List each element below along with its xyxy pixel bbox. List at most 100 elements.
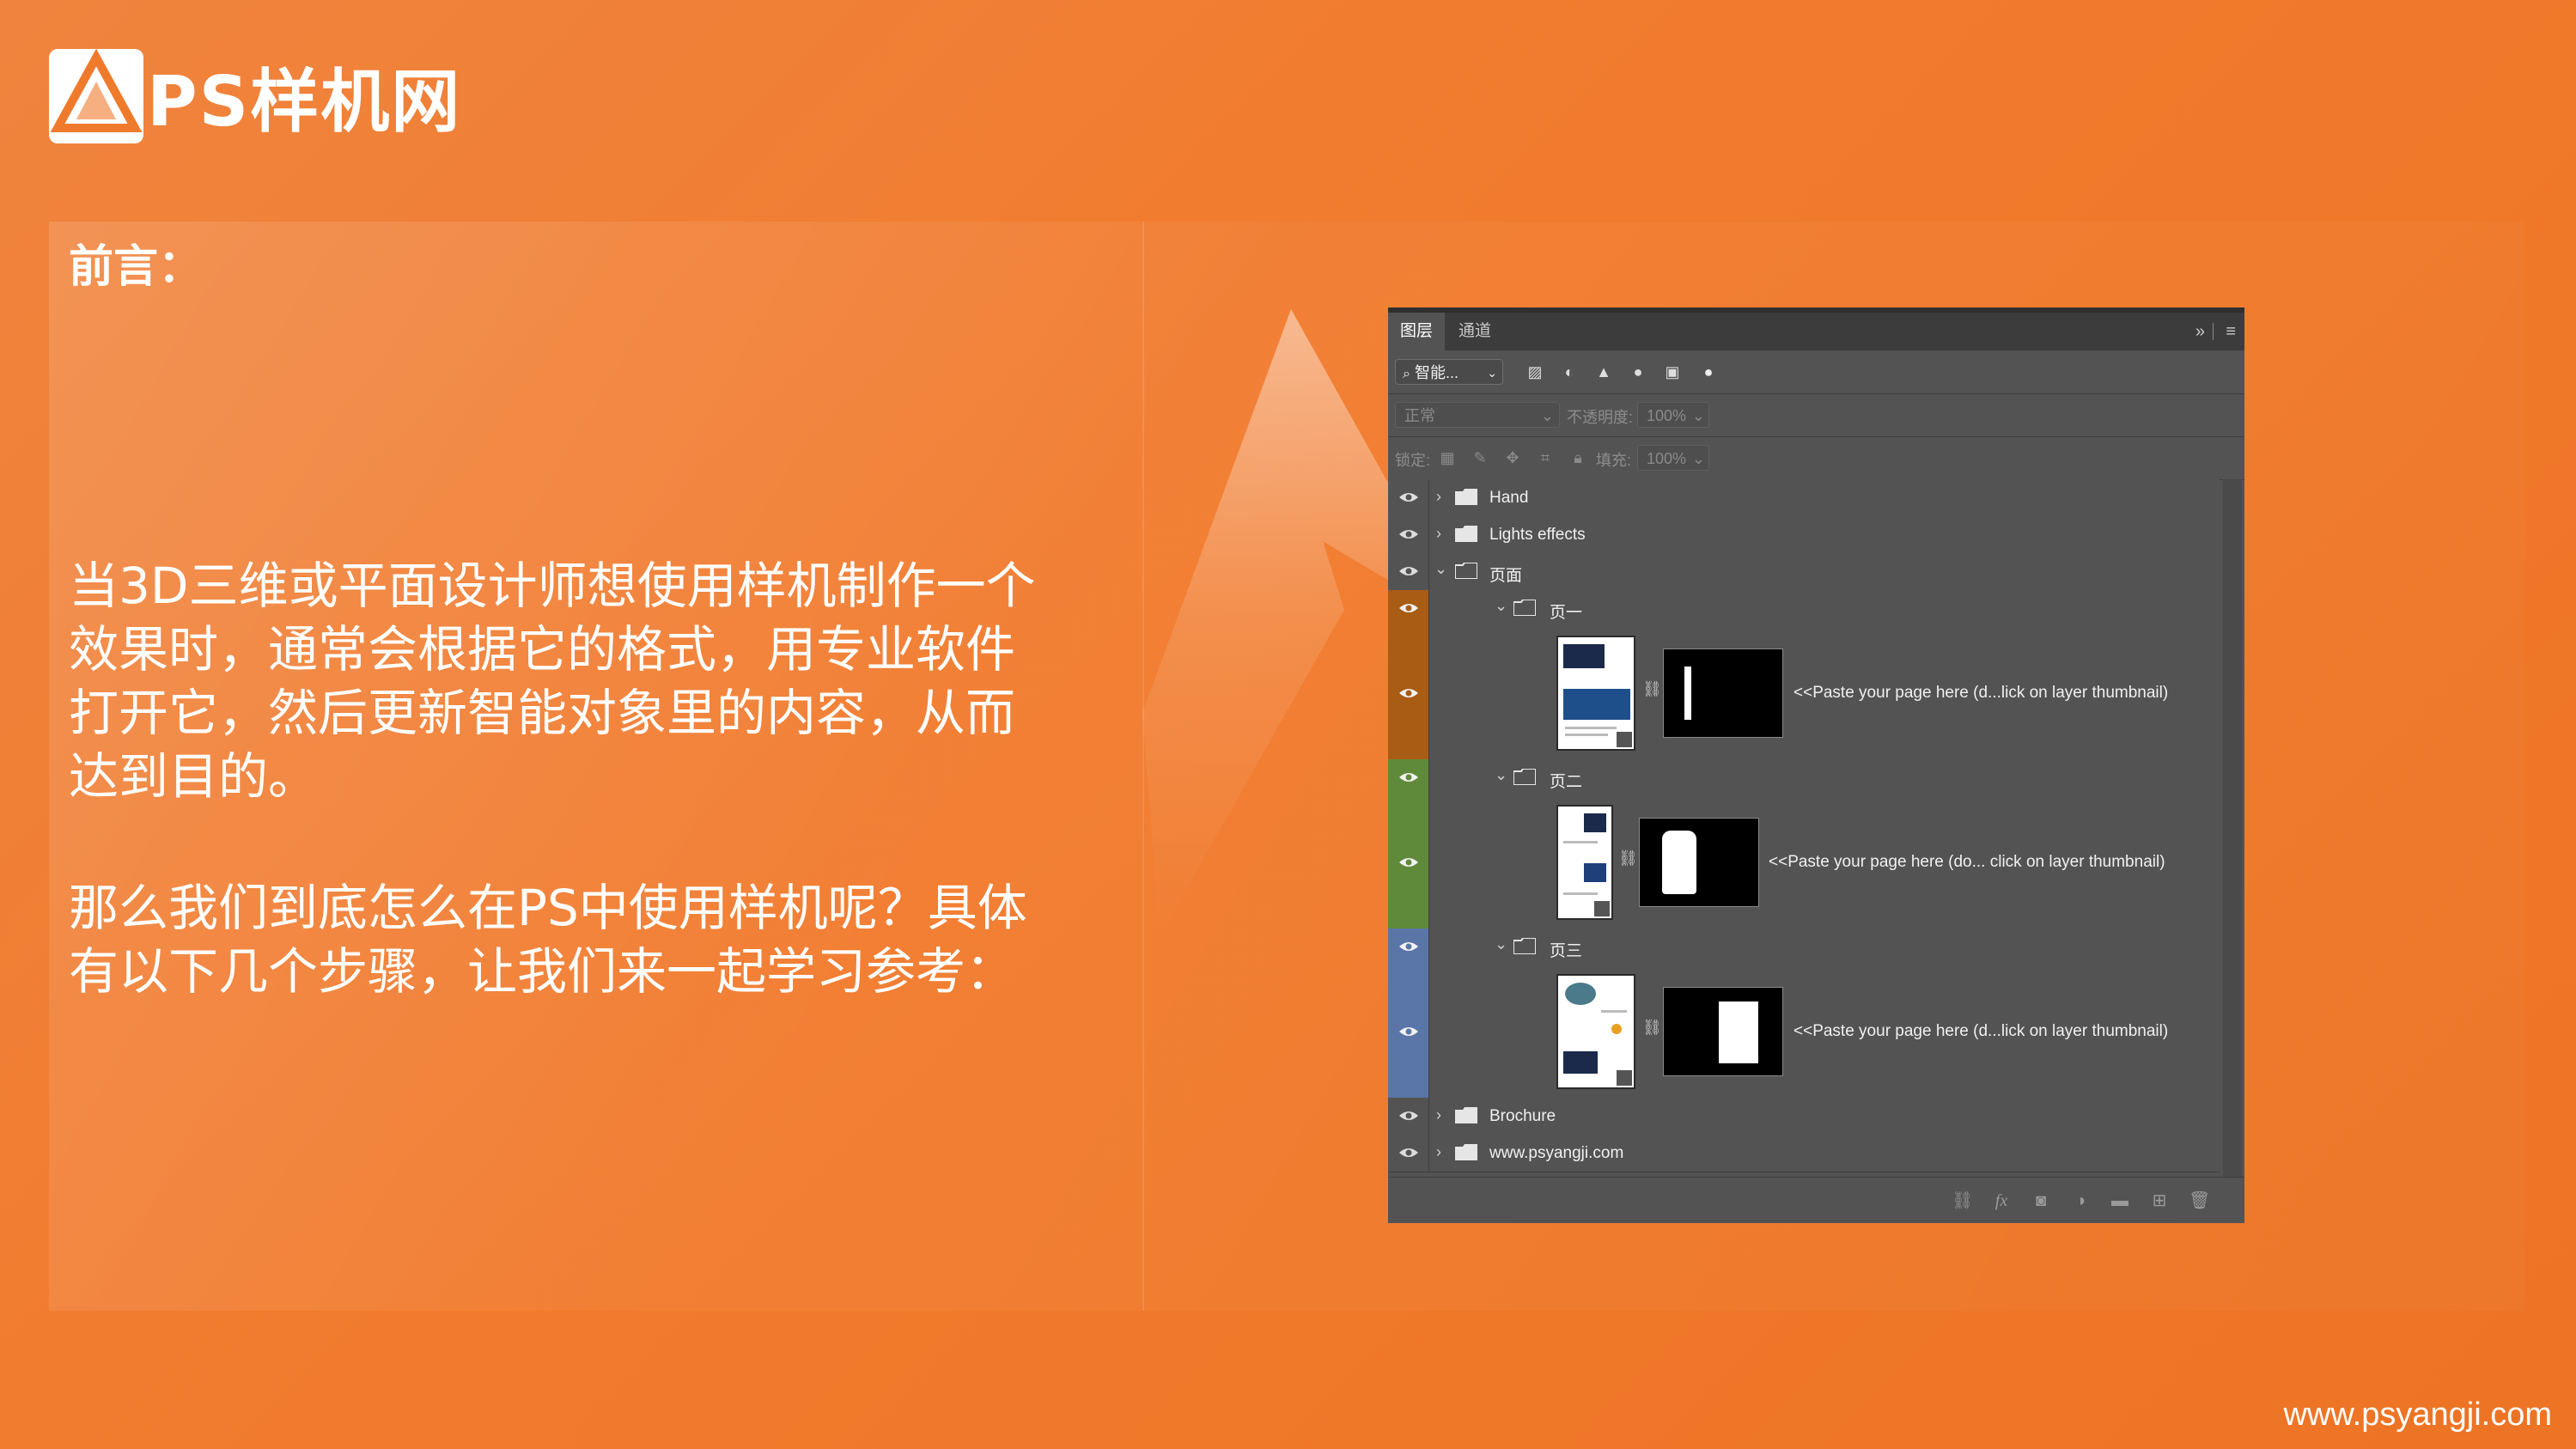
smart-object-thumbnail[interactable]: [1556, 636, 1635, 751]
visibility-column: [1388, 965, 1429, 1098]
layers-scrollbar[interactable]: [2223, 479, 2242, 1177]
link-layers-icon[interactable]: ⛓︎: [1952, 1191, 1973, 1210]
eye-icon[interactable]: [1398, 770, 1419, 784]
filter-toggle-icon[interactable]: ●: [1699, 362, 1718, 381]
opacity-label: 不透明度:: [1567, 409, 1634, 426]
layer-row-page-two[interactable]: ⌄ 页二: [1388, 759, 2220, 797]
lock-image-pixels-icon[interactable]: ✎: [1471, 448, 1489, 467]
chevron-right-icon[interactable]: ›: [1436, 488, 1441, 506]
opacity-input[interactable]: 100% ⌄: [1637, 402, 1709, 428]
open-folder-icon: [1513, 769, 1536, 785]
fill-value: 100%: [1647, 450, 1687, 467]
layer-row-page-three[interactable]: ⌄ 页三: [1388, 928, 2220, 966]
open-folder-icon: [1513, 600, 1536, 616]
chevron-down-icon: ⌄: [1691, 450, 1705, 467]
layer-name: <<Paste your page here (d...lick on laye…: [1793, 684, 2169, 702]
visibility-column: [1388, 590, 1429, 627]
chain-link-icon[interactable]: ⛓︎: [1618, 849, 1638, 868]
eye-icon[interactable]: [1398, 855, 1419, 869]
layer-name: 页一: [1550, 604, 1583, 622]
eye-icon[interactable]: [1398, 1109, 1419, 1123]
layer-row-watermark[interactable]: › www.psyangji.com: [1388, 1135, 2220, 1172]
fill-input[interactable]: 100% ⌄: [1637, 445, 1709, 471]
eye-icon[interactable]: [1398, 1146, 1419, 1160]
add-mask-icon[interactable]: ◙: [2031, 1191, 2051, 1210]
panel-menu-icon[interactable]: ≡: [2226, 313, 2236, 350]
layer-row-page-one[interactable]: ⌄ 页一: [1388, 590, 2220, 628]
new-layer-icon[interactable]: ⊞: [2149, 1191, 2170, 1210]
open-folder-icon: [1455, 563, 1477, 579]
layer-row-pages[interactable]: ⌄ 页面: [1388, 553, 2220, 591]
shape-filter-icon[interactable]: ●: [1629, 362, 1647, 381]
chevron-right-icon[interactable]: ›: [1436, 525, 1441, 543]
eye-icon[interactable]: [1398, 601, 1419, 615]
layer-row-brochure[interactable]: › Brochure: [1388, 1098, 2220, 1135]
visibility-column: [1388, 553, 1429, 590]
smart-object-thumbnail[interactable]: [1556, 974, 1635, 1089]
filter-type-value: 智能...: [1414, 364, 1459, 381]
chevron-down-icon[interactable]: ⌄: [1434, 560, 1447, 578]
eye-icon[interactable]: [1398, 940, 1419, 953]
visibility-column: [1388, 1098, 1429, 1135]
layer-row-smart-object-2[interactable]: ⛓︎ <<Paste your page here (do... click o…: [1388, 796, 2220, 929]
chevron-right-icon[interactable]: ›: [1436, 1143, 1441, 1161]
new-group-icon[interactable]: ▬: [2110, 1191, 2130, 1210]
layer-row-smart-object-3[interactable]: ⛓︎ <<Paste your page here (d...lick on l…: [1388, 965, 2220, 1099]
collapse-panel-icon[interactable]: »: [2195, 313, 2205, 350]
chain-link-icon[interactable]: ⛓︎: [1642, 680, 1662, 698]
chevron-down-icon[interactable]: ⌄: [1495, 935, 1507, 953]
layer-name: <<Paste your page here (d...lick on laye…: [1793, 1022, 2169, 1040]
layer-row-hand[interactable]: › Hand: [1388, 479, 2220, 517]
lock-transparent-pixels-icon[interactable]: ▦: [1438, 448, 1457, 467]
photoshop-layers-panel: 图层 通道 » ≡ ⌕ 智能... ⌄ ▨ ◐ ▲ ● ▣ ● 正常 ⌄ 不透明…: [1388, 307, 2244, 1223]
layer-mask-thumbnail[interactable]: [1663, 987, 1783, 1076]
chevron-down-icon[interactable]: ⌄: [1495, 766, 1507, 784]
footer-url: www.psyangji.com: [2283, 1397, 2552, 1433]
lock-options-bar: 锁定: ▦ ✎ ✥ ⌗ 🔒︎ 填充: 100% ⌄: [1388, 436, 2244, 480]
layer-name: Brochure: [1489, 1107, 1556, 1125]
folder-icon: [1455, 526, 1477, 542]
lock-all-icon[interactable]: 🔒︎: [1568, 448, 1587, 467]
image-filter-icon[interactable]: ▨: [1526, 362, 1544, 381]
layer-name: 页面: [1489, 567, 1523, 585]
visibility-column: [1388, 516, 1429, 553]
tab-channels[interactable]: 通道: [1446, 313, 1503, 350]
type-filter-icon[interactable]: ▲: [1594, 362, 1613, 381]
opacity-value: 100%: [1647, 407, 1687, 424]
layer-row-lights-effects[interactable]: › Lights effects: [1388, 516, 2220, 554]
smart-object-thumbnail[interactable]: [1556, 805, 1613, 920]
delete-layer-icon[interactable]: 🗑︎: [2189, 1191, 2210, 1210]
adjustment-layer-icon[interactable]: ◑: [2070, 1191, 2091, 1210]
chevron-down-icon: ⌄: [1691, 407, 1705, 424]
eye-icon[interactable]: [1398, 527, 1419, 541]
logo-text: PS样机网: [147, 62, 462, 142]
adjustment-filter-icon[interactable]: ◐: [1560, 362, 1579, 381]
tab-layers[interactable]: 图层: [1388, 313, 1446, 350]
chain-link-icon[interactable]: ⛓︎: [1642, 1019, 1662, 1037]
fx-icon[interactable]: fx: [1991, 1191, 2012, 1210]
panel-tabs: 图层 通道 » ≡: [1388, 313, 2244, 350]
layer-name: Hand: [1489, 489, 1529, 507]
chevron-right-icon[interactable]: ›: [1436, 1106, 1441, 1124]
blend-mode-select[interactable]: 正常 ⌄: [1395, 402, 1560, 428]
lock-position-icon[interactable]: ✥: [1503, 448, 1522, 467]
logo-icon: [49, 49, 143, 143]
layer-mask-thumbnail[interactable]: [1663, 648, 1783, 738]
smart-object-filter-icon[interactable]: ▣: [1663, 362, 1682, 381]
fill-label: 填充:: [1596, 452, 1632, 469]
folder-icon: [1455, 489, 1477, 505]
layer-name: Lights effects: [1489, 526, 1586, 544]
eye-icon[interactable]: [1398, 564, 1419, 578]
layer-mask-thumbnail[interactable]: [1639, 818, 1759, 907]
eye-icon[interactable]: [1398, 686, 1419, 700]
folder-icon: [1455, 1144, 1477, 1160]
eye-icon[interactable]: [1398, 1025, 1419, 1038]
layers-bottom-toolbar: ⛓︎ fx ◙ ◑ ▬ ⊞ 🗑︎: [1388, 1177, 2244, 1223]
layer-filter-bar: ⌕ 智能... ⌄ ▨ ◐ ▲ ● ▣ ●: [1388, 350, 2244, 394]
lock-artboard-icon[interactable]: ⌗: [1536, 448, 1555, 467]
layer-row-smart-object-1[interactable]: ⛓︎ <<Paste your page here (d...lick on l…: [1388, 627, 2220, 760]
chevron-down-icon[interactable]: ⌄: [1495, 597, 1507, 615]
filter-type-select[interactable]: ⌕ 智能... ⌄: [1395, 359, 1503, 385]
eye-icon[interactable]: [1398, 490, 1419, 504]
layer-name: <<Paste your page here (do... click on l…: [1769, 853, 2165, 871]
